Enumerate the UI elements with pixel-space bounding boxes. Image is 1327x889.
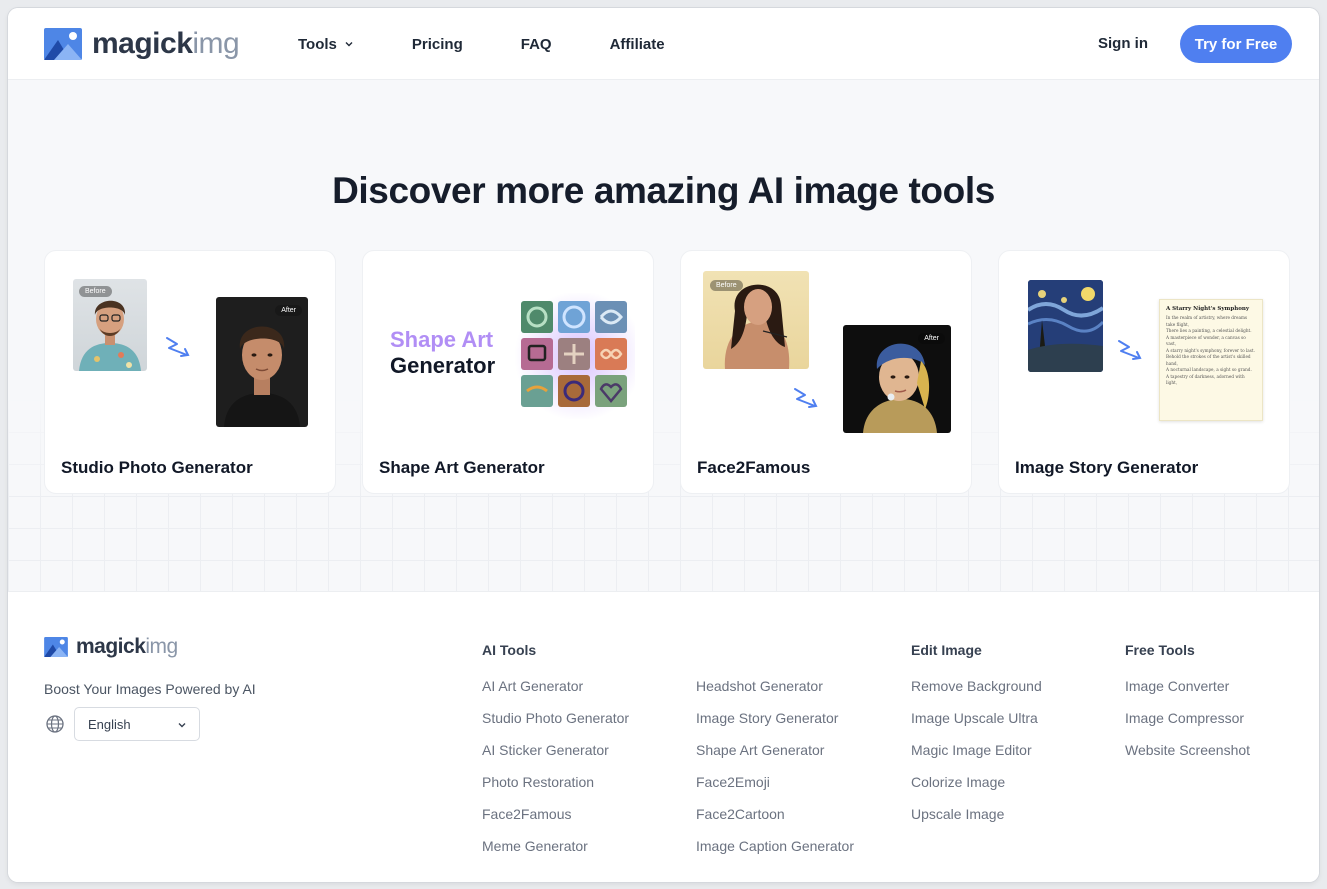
story-line: A masterpiece of wonder, a canvas so vas…	[1166, 334, 1246, 347]
starry-night-illustration	[1028, 280, 1103, 372]
tool-card-face2famous[interactable]: Before After Face2Famous	[680, 250, 972, 494]
squiggle-arrow-icon	[166, 337, 190, 357]
story-lines: In the realm of artistry, where dreams t…	[1166, 315, 1256, 387]
story-line: There lies a painting, a celestial delig…	[1166, 328, 1252, 333]
footer-link-face2cartoon[interactable]: Face2Cartoon	[696, 806, 785, 822]
footer-link-headshot-generator[interactable]: Headshot Generator	[696, 678, 823, 694]
story-title: A Starry Night's Symphony	[1166, 306, 1250, 312]
story-poem-card: A Starry Night's Symphony In the realm o…	[1159, 299, 1263, 421]
footer-col-edit-image-heading: Edit Image	[911, 642, 982, 658]
story-line: A tapestry of darkness, adorned with lig…	[1166, 373, 1245, 386]
footer-link-ai-sticker-generator[interactable]: AI Sticker Generator	[482, 742, 609, 758]
after-photo: After	[216, 297, 308, 427]
before-tag: Before	[79, 286, 112, 297]
story-line: Behold the strokes of the artist's skill…	[1166, 354, 1251, 366]
globe-icon	[46, 715, 64, 733]
after-tag: After	[918, 333, 945, 344]
nav-tools-label: Tools	[298, 35, 337, 53]
try-for-free-button[interactable]: Try for Free	[1180, 25, 1292, 63]
tool-card-image-story[interactable]: A Starry Night's Symphony In the realm o…	[998, 250, 1290, 494]
shape-art-graphic-title: Shape Art	[390, 327, 494, 352]
story-line: In the realm of artistry, where dreams t…	[1166, 315, 1248, 327]
chevron-down-icon	[178, 723, 186, 728]
footer-link-image-story-generator[interactable]: Image Story Generator	[696, 710, 838, 726]
footer-link-shape-art-generator[interactable]: Shape Art Generator	[696, 742, 824, 758]
section-heading: Discover more amazing AI image tools	[332, 170, 995, 211]
after-tag: After	[275, 305, 302, 316]
footer-link-website-screenshot[interactable]: Website Screenshot	[1125, 742, 1250, 758]
chevron-down-icon	[345, 42, 353, 47]
footer-link-face2emoji[interactable]: Face2Emoji	[696, 774, 770, 790]
starry-night-image	[1028, 280, 1103, 372]
footer-wordmark: magickimg	[76, 635, 178, 658]
footer-link-ai-art-generator[interactable]: AI Art Generator	[482, 678, 583, 694]
site-footer: magickimg Boost Your Images Powered by A…	[8, 592, 1319, 882]
squiggle-arrow-icon	[794, 388, 818, 408]
after-photo: After	[843, 325, 951, 433]
nav-affiliate[interactable]: Affiliate	[610, 36, 665, 53]
card-title: Face2Famous	[697, 458, 811, 477]
footer-link-image-compressor[interactable]: Image Compressor	[1125, 710, 1244, 726]
nav-tools[interactable]: Tools	[298, 36, 354, 53]
nav-links: Tools Pricing FAQ Affiliate	[298, 8, 723, 80]
card-title: Image Story Generator	[1015, 458, 1199, 477]
footer-link-photo-restoration[interactable]: Photo Restoration	[482, 774, 594, 790]
before-photo: Before	[73, 279, 147, 371]
shape-art-graphic-subtitle: Generator	[390, 353, 496, 378]
sign-in-link[interactable]: Sign in	[1098, 35, 1148, 52]
footer-link-remove-background[interactable]: Remove Background	[911, 678, 1042, 694]
footer-link-image-caption-generator[interactable]: Image Caption Generator	[696, 838, 854, 854]
language-value: English	[88, 716, 131, 732]
footer-col-ai-tools-heading: AI Tools	[482, 642, 537, 658]
before-photo: Before	[703, 271, 809, 369]
footer-logo[interactable]: magickimg	[44, 636, 178, 658]
logo-icon	[44, 28, 82, 60]
story-line: A nocturnal landscape, a sight so grand.	[1166, 367, 1252, 372]
squiggle-arrow-icon	[1118, 340, 1142, 360]
footer-link-magic-image-editor[interactable]: Magic Image Editor	[911, 742, 1032, 758]
footer-link-studio-photo-generator[interactable]: Studio Photo Generator	[482, 710, 629, 726]
footer-link-image-upscale-ultra[interactable]: Image Upscale Ultra	[911, 710, 1038, 726]
nav-faq[interactable]: FAQ	[521, 36, 552, 53]
top-navbar: magickimg Tools Pricing FAQ Affiliate Si…	[8, 8, 1319, 80]
footer-col-free-tools-heading: Free Tools	[1125, 642, 1195, 658]
footer-link-colorize-image[interactable]: Colorize Image	[911, 774, 1005, 790]
footer-link-image-converter[interactable]: Image Converter	[1125, 678, 1229, 694]
footer-tagline: Boost Your Images Powered by AI	[44, 681, 256, 697]
card-title: Shape Art Generator	[379, 458, 545, 477]
browser-window: magickimg Tools Pricing FAQ Affiliate Si…	[8, 8, 1319, 882]
logo-icon	[44, 637, 68, 657]
footer-link-face2famous[interactable]: Face2Famous	[482, 806, 571, 822]
card-title: Studio Photo Generator	[61, 458, 253, 477]
more-tools-section: Discover more amazing AI image tools Bef…	[8, 80, 1319, 592]
brand-wordmark: magickimg	[92, 27, 240, 60]
footer-link-upscale-image[interactable]: Upscale Image	[911, 806, 1004, 822]
brand-logo[interactable]: magickimg	[44, 27, 240, 60]
tool-card-shape-art[interactable]: Shape Art Generator Shape Art Generator	[362, 250, 654, 494]
language-select[interactable]: English	[74, 707, 200, 741]
shape-art-grid-illustration	[521, 301, 627, 407]
footer-link-meme-generator[interactable]: Meme Generator	[482, 838, 588, 854]
tool-card-studio-photo[interactable]: Before After Studio Photo Generator	[44, 250, 336, 494]
before-tag: Before	[710, 280, 743, 291]
nav-pricing[interactable]: Pricing	[412, 36, 463, 53]
portrait-illustration	[224, 326, 300, 427]
